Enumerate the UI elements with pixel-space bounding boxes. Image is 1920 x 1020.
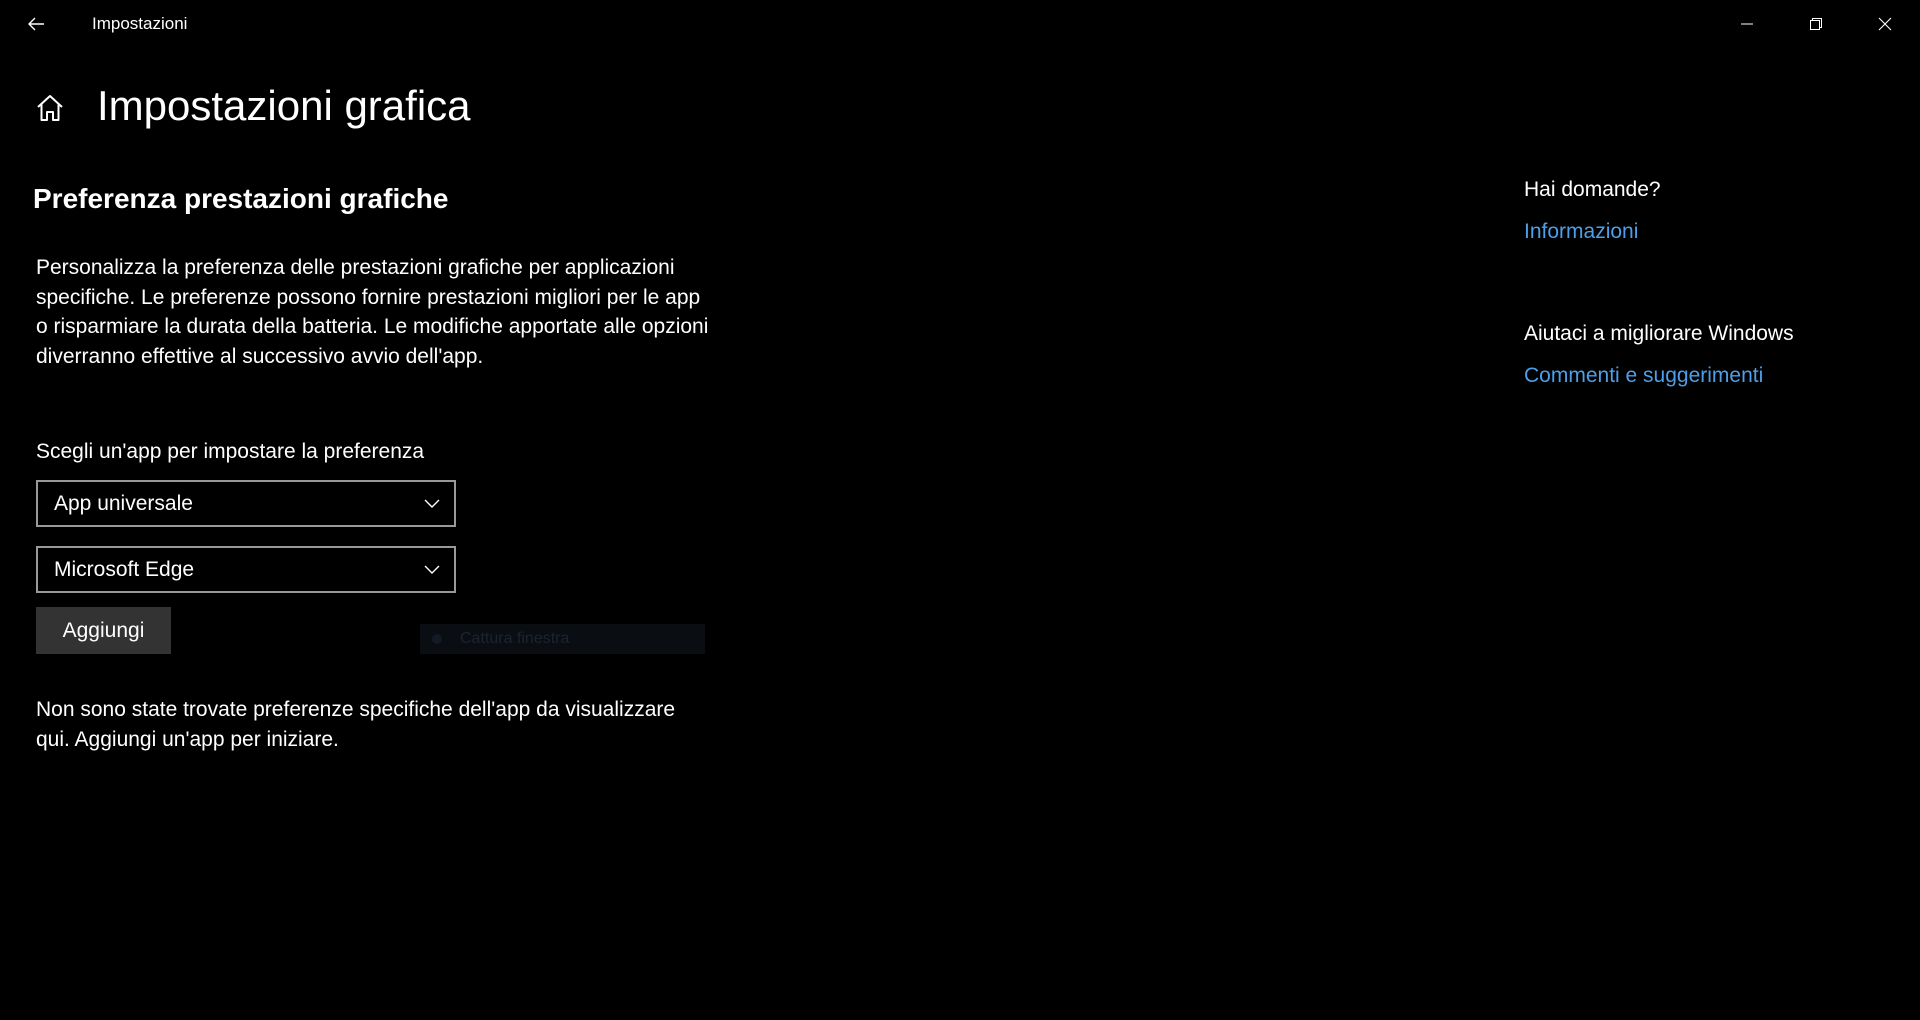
tooltip-dot-icon: [432, 634, 442, 644]
chevron-down-icon: [424, 499, 440, 508]
home-icon: [37, 95, 63, 121]
home-button[interactable]: [30, 88, 70, 128]
page-title: Impostazioni grafica: [97, 82, 471, 129]
close-icon: [1878, 17, 1891, 31]
restore-button[interactable]: [1781, 0, 1850, 48]
feedback-link[interactable]: Commenti e suggerimenti: [1524, 364, 1763, 388]
app-type-dropdown[interactable]: App universale: [36, 480, 456, 527]
section-title: Preferenza prestazioni grafiche: [33, 183, 449, 214]
app-type-selected: App universale: [54, 491, 193, 515]
title-bar: Impostazioni: [0, 0, 1920, 48]
faded-tooltip-text: Cattura finestra: [460, 630, 570, 647]
back-arrow-icon: [28, 17, 44, 31]
questions-heading: Hai domande?: [1524, 178, 1661, 201]
minimize-icon: [1740, 23, 1753, 25]
restore-icon: [1809, 18, 1822, 30]
empty-state-message: Non sono state trovate preferenze specif…: [36, 698, 676, 751]
window-title: Impostazioni: [92, 14, 188, 33]
improve-heading: Aiutaci a migliorare Windows: [1524, 322, 1794, 345]
close-button[interactable]: [1850, 0, 1919, 48]
choose-app-label: Scegli un'app per impostare la preferenz…: [36, 440, 425, 463]
app-dropdown[interactable]: Microsoft Edge: [36, 546, 456, 593]
add-button[interactable]: Aggiungi: [36, 607, 171, 654]
info-link[interactable]: Informazioni: [1524, 220, 1638, 244]
chevron-down-icon: [424, 565, 440, 574]
back-button[interactable]: [13, 4, 59, 44]
faded-tooltip: Cattura finestra: [420, 624, 705, 654]
app-selected: Microsoft Edge: [54, 557, 195, 581]
minimize-button[interactable]: [1712, 0, 1781, 48]
description-text: Personalizza la preferenza delle prestaz…: [36, 256, 709, 368]
